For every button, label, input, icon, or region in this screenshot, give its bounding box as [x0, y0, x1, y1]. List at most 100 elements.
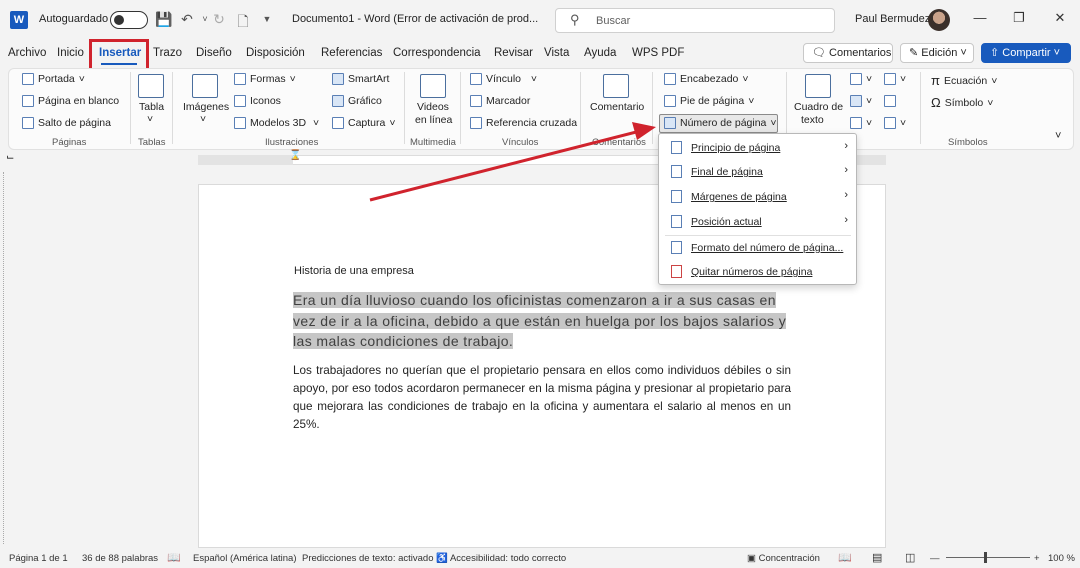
web-layout-icon[interactable]: ◫: [905, 551, 915, 564]
body-paragraph[interactable]: Los trabajadores no querían que el propi…: [293, 362, 791, 434]
comment-icon[interactable]: [603, 74, 629, 98]
restore-icon[interactable]: ❐: [1009, 10, 1029, 30]
drop-cap-glyph-icon: [850, 117, 862, 129]
autosave-toggle[interactable]: [110, 11, 148, 29]
bookmark-button[interactable]: Marcador: [470, 95, 530, 107]
page-break-button[interactable]: Salto de página: [22, 117, 111, 129]
bookmark-icon: [470, 95, 482, 107]
online-video-icon[interactable]: [420, 74, 446, 98]
quick-parts-icon[interactable]: ˅: [850, 73, 872, 85]
link-button[interactable]: Vínculo ˅: [470, 73, 537, 85]
customize-qat-icon[interactable]: ▼: [258, 14, 276, 24]
screenshot-button[interactable]: Captura ˅: [332, 117, 396, 129]
menu-item-margenes[interactable]: Márgenes de página ›: [659, 185, 856, 209]
proofing-icon[interactable]: 📖: [167, 551, 181, 564]
page-number-button[interactable]: Número de página ˅: [664, 117, 777, 129]
menu-item-principio[interactable]: Principio de página ›: [659, 136, 856, 160]
object-icon[interactable]: ˅: [884, 117, 906, 129]
new-doc-icon[interactable]: 🗋: [234, 11, 252, 35]
avatar[interactable]: [928, 9, 950, 31]
language-status[interactable]: Español (América latina): [193, 553, 297, 564]
document-heading[interactable]: Historia de una empresa: [294, 265, 414, 277]
user-name[interactable]: Paul Bermudez: [855, 13, 930, 25]
format-number-icon: [671, 241, 682, 254]
tab-correspondencia[interactable]: Correspondencia: [393, 47, 481, 59]
tab-diseno[interactable]: Diseño: [196, 47, 232, 59]
zoom-in-icon[interactable]: +: [1034, 553, 1040, 564]
online-video-label-2[interactable]: en línea: [415, 114, 452, 126]
accessibility-status[interactable]: ♿ Accesibilidad: todo correcto: [436, 553, 566, 564]
images-label[interactable]: Imágenes: [183, 101, 229, 113]
vertical-ruler: [3, 172, 13, 544]
portada-button[interactable]: Portada ˅: [22, 73, 85, 85]
cross-reference-label: Referencia cruzada: [486, 117, 578, 129]
comments-button[interactable]: 🗨 Comentarios: [803, 43, 893, 63]
indent-marker-icon[interactable]: ⌛: [289, 150, 301, 161]
table-icon[interactable]: [138, 74, 164, 98]
wordart-icon[interactable]: ˅: [850, 95, 872, 107]
signature-line-icon[interactable]: ˅: [884, 73, 906, 85]
zoom-slider[interactable]: [946, 557, 1030, 558]
zoom-level[interactable]: 100 %: [1048, 553, 1075, 564]
models3d-button[interactable]: Modelos 3D ˅: [234, 117, 319, 129]
table-label[interactable]: Tabla: [139, 101, 164, 113]
read-mode-icon[interactable]: 📖: [838, 551, 852, 564]
collapse-ribbon-icon[interactable]: ˅: [1055, 130, 1061, 142]
share-button[interactable]: ⇧ Compartir ˅: [981, 43, 1071, 63]
print-layout-icon[interactable]: ▤: [872, 551, 882, 564]
annotation-highlight-box: [89, 39, 149, 71]
tab-selector-icon[interactable]: ⌙: [6, 152, 14, 163]
footer-button[interactable]: Pie de página ˅: [664, 95, 754, 107]
page-count[interactable]: Página 1 de 1: [9, 553, 68, 564]
tab-vista[interactable]: Vista: [544, 47, 569, 59]
online-video-label-1[interactable]: Videos: [417, 101, 449, 113]
tab-disposicion[interactable]: Disposición: [246, 47, 305, 59]
tab-trazo[interactable]: Trazo: [153, 47, 182, 59]
tab-inicio[interactable]: Inicio: [57, 47, 84, 59]
blank-page-button[interactable]: Página en blanco: [22, 95, 119, 107]
search-box[interactable]: ⚲ Buscar: [555, 8, 835, 33]
drop-cap-icon[interactable]: ˅: [850, 117, 872, 129]
text-predictions-status[interactable]: Predicciones de texto: activado: [302, 553, 434, 564]
tab-ayuda[interactable]: Ayuda: [584, 47, 616, 59]
shapes-button[interactable]: Formas ˅: [234, 73, 296, 85]
images-dropdown-icon[interactable]: ˅: [200, 113, 206, 125]
menu-item-posicion[interactable]: Posición actual ›: [659, 210, 856, 234]
menu-item-final[interactable]: Final de página ›: [659, 160, 856, 184]
header-button[interactable]: Encabezado ˅: [664, 73, 749, 85]
focus-mode-button[interactable]: ▣ Concentración: [747, 553, 820, 564]
symbol-button[interactable]: Ω Símbolo ˅: [931, 95, 993, 110]
tab-revisar[interactable]: Revisar: [494, 47, 533, 59]
icons-label: Iconos: [250, 95, 281, 107]
text-box-icon[interactable]: [805, 74, 831, 98]
ruler-left-margin: [198, 155, 293, 165]
edit-button[interactable]: ✎ Edición ˅: [900, 43, 974, 63]
page-break-icon: [22, 117, 34, 129]
save-icon[interactable]: 💾: [155, 11, 173, 28]
redo-icon[interactable]: ↻: [210, 11, 228, 28]
cross-reference-button[interactable]: Referencia cruzada: [470, 117, 577, 129]
menu-item-quitar[interactable]: Quitar números de página: [659, 260, 856, 284]
text-box-label-1[interactable]: Cuadro de: [794, 101, 843, 113]
chart-button[interactable]: Gráfico: [332, 95, 382, 107]
close-icon[interactable]: ✕: [1050, 10, 1070, 30]
date-time-icon[interactable]: [884, 95, 896, 107]
equation-button[interactable]: π Ecuación ˅: [931, 73, 997, 88]
selected-paragraph[interactable]: Era un día lluvioso cuando los oficinist…: [293, 290, 793, 352]
text-box-label-2[interactable]: texto: [801, 114, 824, 126]
icons-button[interactable]: Iconos: [234, 95, 281, 107]
undo-icon[interactable]: ↶: [178, 11, 196, 28]
comment-label[interactable]: Comentario: [590, 101, 644, 113]
smartart-button[interactable]: SmartArt: [332, 73, 389, 85]
tab-archivo[interactable]: Archivo: [8, 47, 46, 59]
menu-item-formato[interactable]: Formato del número de página...: [659, 236, 856, 260]
word-count[interactable]: 36 de 88 palabras: [82, 553, 158, 564]
zoom-out-icon[interactable]: —: [930, 553, 940, 564]
minimize-icon[interactable]: —: [970, 10, 990, 30]
tab-wps-pdf[interactable]: WPS PDF: [632, 47, 684, 59]
blank-page-icon: [22, 95, 34, 107]
zoom-slider-thumb[interactable]: [984, 552, 987, 563]
images-icon[interactable]: [192, 74, 218, 98]
tab-referencias[interactable]: Referencias: [321, 47, 382, 59]
table-dropdown-icon[interactable]: ˅: [147, 113, 153, 125]
